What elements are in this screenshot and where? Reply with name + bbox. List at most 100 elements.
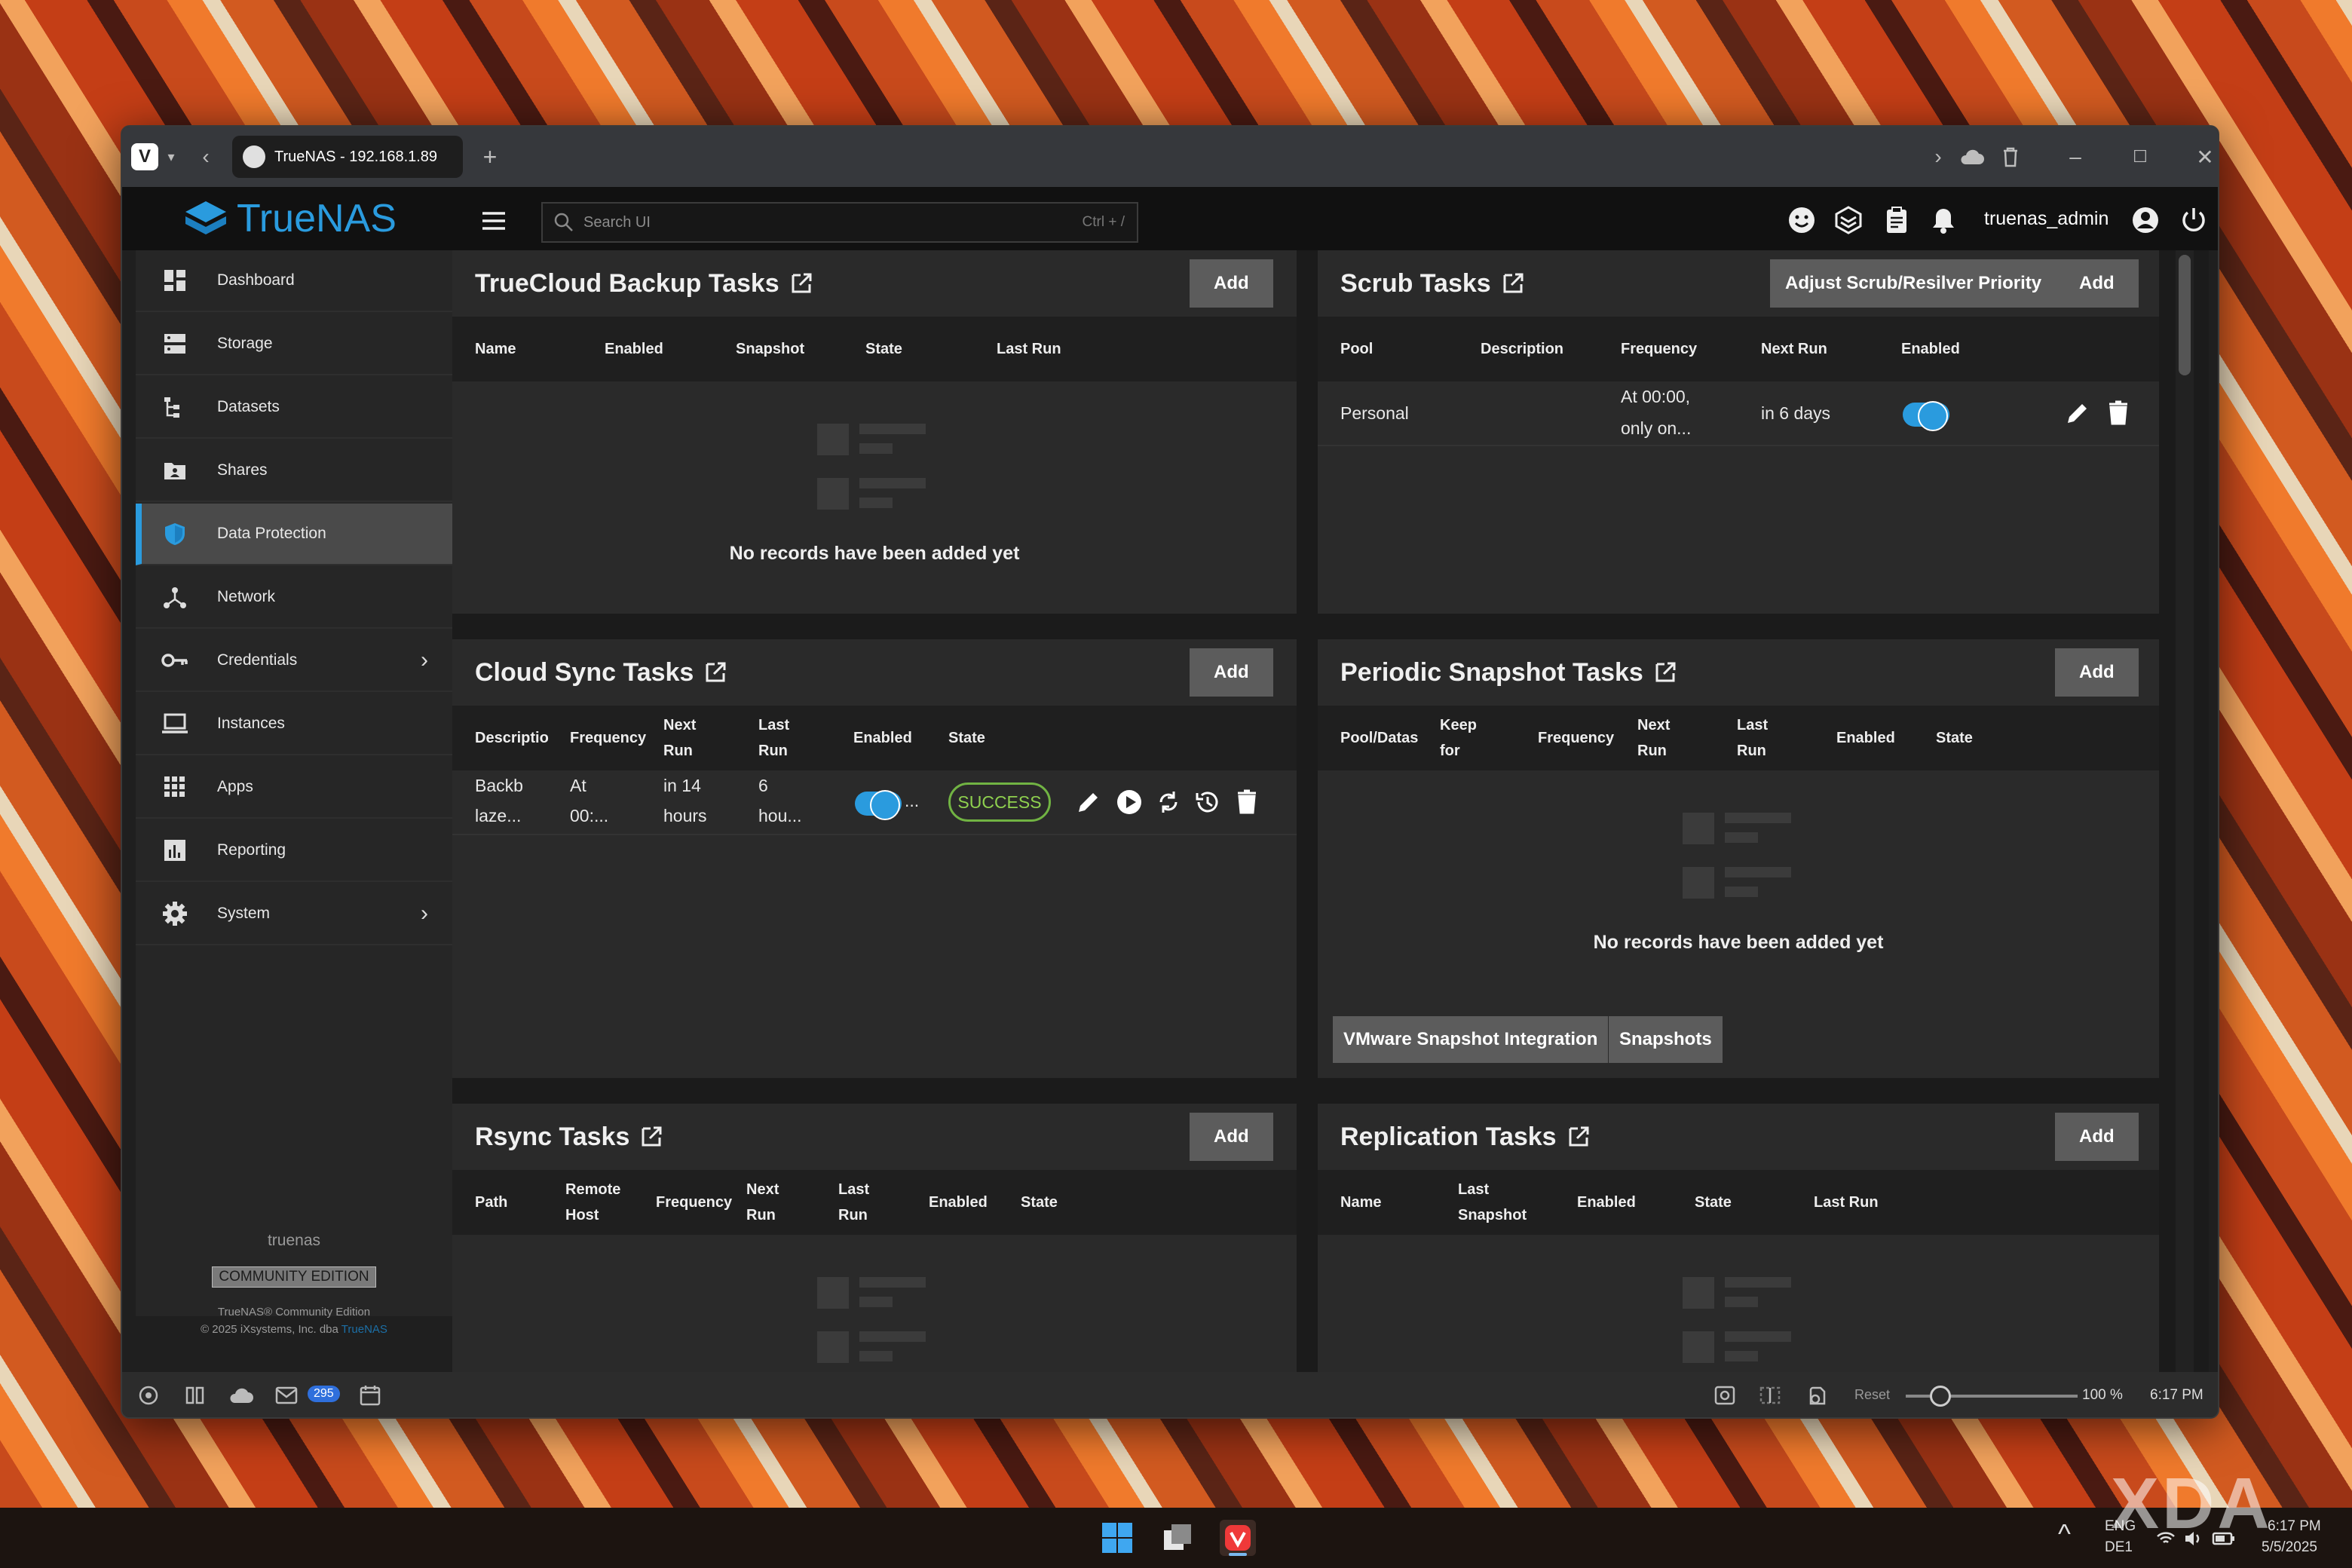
page-actions-icon[interactable] (1805, 1384, 1829, 1407)
run-now-play-icon[interactable] (1116, 789, 1143, 816)
add-button[interactable]: Add (1190, 1113, 1273, 1161)
sidebar-item-shares[interactable]: Shares (136, 440, 452, 502)
column-header[interactable]: Last Run (838, 1170, 869, 1235)
feedback-smiley-icon[interactable] (1787, 205, 1817, 235)
open-in-new-icon[interactable] (640, 1125, 663, 1148)
add-button[interactable]: Add (1190, 648, 1273, 697)
power-icon[interactable] (2179, 205, 2209, 235)
card-title[interactable]: Periodic Snapshot Tasks (1318, 639, 2159, 706)
column-header[interactable]: Next Run (663, 706, 696, 770)
snapshots-button[interactable]: Snapshots (1609, 1016, 1723, 1063)
state-success-badge[interactable]: SUCCESS (948, 782, 1051, 822)
column-header[interactable]: State (1936, 706, 1973, 770)
column-header[interactable]: Last Run (997, 317, 1061, 381)
column-header[interactable]: Enabled (605, 317, 663, 381)
zoom-reset-button[interactable]: Reset (1854, 1387, 1890, 1403)
column-header[interactable]: Enabled (1836, 706, 1895, 770)
edit-pencil-icon[interactable] (1075, 789, 1102, 816)
username-label[interactable]: truenas_admin (1984, 208, 2109, 230)
column-header[interactable]: Name (475, 317, 516, 381)
card-title[interactable]: Cloud Sync Tasks (452, 639, 1297, 706)
open-in-new-icon[interactable] (704, 661, 727, 684)
restore-history-icon[interactable] (1194, 789, 1221, 816)
column-header[interactable]: Pool (1340, 317, 1373, 381)
column-header[interactable]: Last Run (1737, 706, 1768, 770)
calendar-icon[interactable] (359, 1384, 381, 1407)
zoom-slider[interactable] (1906, 1386, 2078, 1407)
column-header[interactable]: State (1021, 1170, 1058, 1235)
close-icon[interactable]: ✕ (2194, 142, 2216, 172)
table-row[interactable]: Personal At 00:00, only on... in 6 days (1318, 381, 2159, 446)
sidebar-item-network[interactable]: Network (136, 567, 452, 629)
column-header[interactable]: Next Run (1637, 706, 1670, 770)
table-row[interactable]: Backb laze... At 00:... in 14 hours 6 ho… (452, 770, 1297, 835)
card-title[interactable]: Rsync Tasks (452, 1104, 1297, 1170)
column-header[interactable]: Last Snapshot (1458, 1170, 1527, 1235)
mail-icon[interactable] (274, 1384, 299, 1407)
column-header[interactable]: Frequency (1538, 706, 1614, 770)
column-header[interactable]: Snapshot (736, 317, 804, 381)
new-tab-button[interactable]: + (476, 142, 504, 172)
column-header[interactable]: Last Run (1814, 1170, 1879, 1235)
sidebar-item-instances[interactable]: Instances (136, 694, 452, 755)
edit-pencil-icon[interactable] (2064, 400, 2091, 427)
open-in-new-icon[interactable] (790, 272, 813, 295)
page-tiling-icon[interactable] (1758, 1384, 1782, 1407)
back-icon[interactable]: ‹ (194, 142, 217, 172)
column-header[interactable]: Enabled (1901, 317, 1960, 381)
cloud-icon[interactable] (1957, 142, 1987, 172)
sidebar-item-storage[interactable]: Storage (136, 314, 452, 375)
column-header[interactable]: Description (1481, 317, 1563, 381)
jobs-clipboard-icon[interactable] (1882, 205, 1912, 235)
column-header[interactable]: Enabled (929, 1170, 988, 1235)
open-in-new-icon[interactable] (1654, 661, 1677, 684)
adjust-scrub-priority-button[interactable]: Adjust Scrub/Resilver Priority (1770, 259, 2057, 308)
column-header[interactable]: Next Run (1761, 317, 1827, 381)
scrollbar-thumb[interactable] (2179, 255, 2191, 375)
column-header[interactable]: Enabled (1577, 1170, 1636, 1235)
windows-start-icon[interactable] (1101, 1521, 1134, 1554)
minimize-icon[interactable]: – (2064, 142, 2087, 172)
panel-toggle-icon[interactable] (137, 1384, 160, 1407)
column-header[interactable]: Frequency (656, 1170, 732, 1235)
chevron-down-icon[interactable]: ▾ (161, 142, 181, 172)
column-header[interactable]: Last Run (758, 706, 789, 770)
delete-trash-icon[interactable] (1233, 789, 1260, 816)
zoom-slider-thumb[interactable] (1929, 1386, 1951, 1407)
card-title[interactable]: Replication Tasks (1318, 1104, 2159, 1170)
sidebar-item-dashboard[interactable]: Dashboard (136, 250, 452, 312)
add-button[interactable]: Add (2055, 259, 2139, 308)
maximize-icon[interactable]: ☐ (2129, 142, 2151, 172)
column-header[interactable]: Next Run (746, 1170, 779, 1235)
sidebar-item-system[interactable]: System › (136, 884, 452, 945)
truenas-logo[interactable]: TrueNAS (182, 196, 397, 241)
card-title[interactable]: TrueCloud Backup Tasks (452, 250, 1297, 317)
column-header[interactable]: Remote Host (565, 1170, 620, 1235)
tray-chevron-up-icon[interactable]: ^ (2058, 1518, 2071, 1550)
column-header[interactable]: State (1695, 1170, 1732, 1235)
sidebar-item-reporting[interactable]: Reporting (136, 820, 452, 882)
column-header[interactable]: Enabled (853, 706, 912, 770)
notifications-bell-icon[interactable] (1928, 205, 1958, 235)
sidebar-item-credentials[interactable]: Credentials › (136, 630, 452, 692)
column-header[interactable]: Keep for (1440, 706, 1477, 770)
vivaldi-taskbar-button[interactable] (1220, 1520, 1256, 1556)
open-in-new-icon[interactable] (1567, 1125, 1590, 1148)
search-input[interactable]: Search UI Ctrl + / (541, 202, 1138, 243)
enabled-toggle[interactable] (1903, 401, 1949, 431)
sidebar-item-datasets[interactable]: Datasets (136, 377, 452, 439)
vmware-snapshot-integration-button[interactable]: VMware Snapshot Integration (1333, 1016, 1609, 1063)
add-button[interactable]: Add (2055, 648, 2139, 697)
column-header[interactable]: Descriptio (475, 706, 549, 770)
dry-run-sync-icon[interactable] (1155, 789, 1182, 816)
vivaldi-menu-icon[interactable]: V (131, 143, 158, 170)
truenas-link[interactable]: TrueNAS (341, 1323, 387, 1336)
trash-icon[interactable] (1999, 142, 2022, 172)
add-button[interactable]: Add (2055, 1113, 2139, 1161)
delete-trash-icon[interactable] (2105, 400, 2132, 427)
enabled-toggle[interactable] (855, 790, 902, 820)
column-header[interactable]: Pool/Datas (1340, 706, 1418, 770)
tiling-icon[interactable] (184, 1384, 207, 1407)
add-button[interactable]: Add (1190, 259, 1273, 308)
truecommand-icon[interactable] (1833, 205, 1864, 235)
